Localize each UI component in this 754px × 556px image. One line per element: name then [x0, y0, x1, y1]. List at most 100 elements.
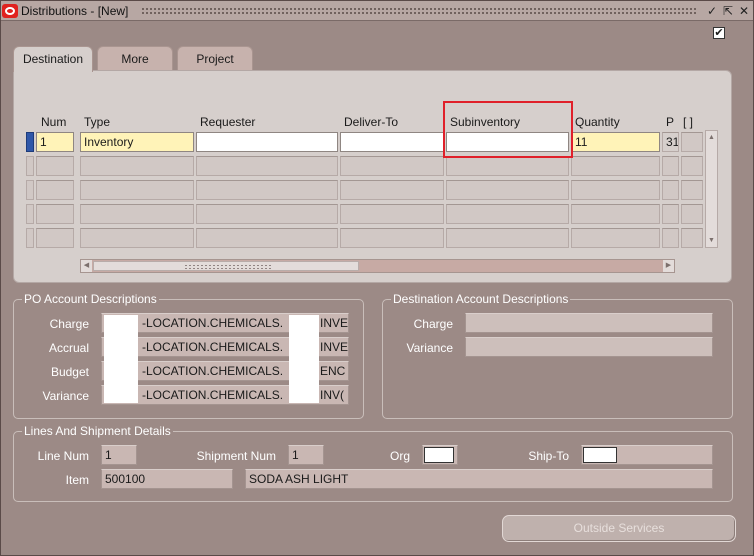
requester-cell[interactable]	[196, 204, 338, 224]
dest-variance-account-field[interactable]	[465, 337, 713, 357]
dest-charge-label: Charge	[413, 317, 453, 331]
column-header-type: Type	[84, 115, 111, 129]
quantity-cell[interactable]	[571, 228, 660, 248]
quantity-cell[interactable]	[571, 204, 660, 224]
tab-project[interactable]: Project	[177, 46, 253, 70]
type-cell[interactable]	[80, 180, 194, 200]
po-variance-account-suffix: INV(	[320, 388, 344, 402]
flex-cell[interactable]	[681, 156, 703, 176]
line-num-field[interactable]: 1	[101, 445, 137, 465]
num-cell[interactable]	[36, 156, 74, 176]
column-header-p: P	[666, 115, 675, 129]
po-account-descriptions-title: PO Account Descriptions	[22, 292, 159, 306]
quantity-cell[interactable]: 11	[571, 132, 660, 152]
oracle-app-icon	[2, 4, 18, 18]
title-bar-grip[interactable]	[141, 7, 697, 16]
po-accrual-account-text: -LOCATION.CHEMICALS.	[142, 340, 284, 354]
lines-and-shipment-details-title: Lines And Shipment Details	[22, 424, 173, 438]
subinventory-cell[interactable]	[446, 228, 569, 248]
vertical-scrollbar[interactable]: ▲ ▼	[705, 130, 718, 248]
p-cell[interactable]	[662, 204, 679, 224]
type-cell[interactable]	[80, 156, 194, 176]
subinventory-cell[interactable]	[446, 180, 569, 200]
requester-cell[interactable]	[196, 180, 338, 200]
deliver-to-cell[interactable]	[340, 180, 444, 200]
tab-destination[interactable]: Destination	[13, 46, 93, 72]
variance-label: Variance	[42, 389, 89, 403]
p-cell[interactable]	[662, 156, 679, 176]
scroll-down-icon[interactable]: ▼	[706, 235, 717, 246]
po-charge-account-text: -LOCATION.CHEMICALS.	[142, 316, 284, 330]
subinventory-cell[interactable]	[446, 156, 569, 176]
requester-cell[interactable]	[196, 156, 338, 176]
column-header-num: Num	[41, 115, 67, 129]
flex-cell[interactable]	[681, 228, 703, 248]
subinventory-highlight-box	[443, 101, 573, 158]
item-description-field[interactable]: SODA ASH LIGHT	[245, 469, 713, 489]
flex-cell[interactable]	[681, 180, 703, 200]
scroll-right-icon[interactable]: ▶	[663, 260, 674, 272]
deliver-to-cell[interactable]	[340, 132, 444, 152]
record-indicator[interactable]	[26, 228, 34, 248]
type-cell[interactable]	[80, 204, 194, 224]
deliver-to-cell[interactable]	[340, 204, 444, 224]
column-header-requester: Requester	[200, 115, 256, 129]
record-indicator[interactable]	[26, 204, 34, 224]
column-header-descriptive-flex: [ ]	[683, 115, 694, 129]
budget-label: Budget	[50, 365, 89, 379]
subinventory-cell[interactable]	[446, 204, 569, 224]
org-field[interactable]	[422, 445, 458, 465]
flex-cell[interactable]	[681, 132, 703, 152]
close-icon[interactable]: ✕	[737, 4, 751, 18]
lines-and-shipment-details-group: Lines And Shipment Details	[13, 424, 733, 502]
redacted-segment	[104, 315, 138, 403]
column-header-quantity: Quantity	[575, 115, 620, 129]
num-cell[interactable]	[36, 228, 74, 248]
scroll-left-icon[interactable]: ◀	[81, 260, 92, 272]
record-indicator[interactable]	[26, 180, 34, 200]
tab-more[interactable]: More	[97, 46, 173, 70]
horizontal-scroll-thumb[interactable]	[93, 261, 359, 271]
org-value-box	[424, 447, 454, 463]
distributions-window: Distributions - [New] ✓ ⇱ ✕ ✔ Destinatio…	[0, 0, 754, 556]
line-num-label: Line Num	[37, 449, 89, 463]
outside-services-button[interactable]: Outside Services	[502, 515, 736, 542]
ship-to-field[interactable]	[581, 445, 713, 465]
requester-cell[interactable]	[196, 228, 338, 248]
p-cell[interactable]	[662, 180, 679, 200]
num-cell[interactable]: 1	[36, 132, 74, 152]
accrual-label: Accrual	[48, 341, 89, 355]
deliver-to-cell[interactable]	[340, 228, 444, 248]
charge-label: Charge	[49, 317, 89, 331]
num-cell[interactable]	[36, 204, 74, 224]
title-bar[interactable]: Distributions - [New] ✓ ⇱ ✕	[1, 1, 753, 21]
destination-account-descriptions-title: Destination Account Descriptions	[391, 292, 571, 306]
dest-charge-account-field[interactable]	[465, 313, 713, 333]
shipment-num-field[interactable]: 1	[288, 445, 324, 465]
type-cell[interactable]	[80, 228, 194, 248]
folder-checkbox[interactable]: ✔	[713, 27, 725, 39]
po-charge-account-suffix: INVE	[320, 316, 349, 330]
horizontal-scrollbar[interactable]: ◀ ▶	[80, 259, 675, 273]
po-budget-account-text: -LOCATION.CHEMICALS.	[142, 364, 284, 378]
item-field[interactable]: 500100	[101, 469, 233, 489]
quantity-cell[interactable]	[571, 156, 660, 176]
dest-variance-label: Variance	[406, 341, 453, 355]
p-cell[interactable]: 31	[662, 132, 679, 152]
scroll-up-icon[interactable]: ▲	[706, 132, 717, 143]
type-cell[interactable]: Inventory	[80, 132, 194, 152]
flex-cell[interactable]	[681, 204, 703, 224]
minimize-icon[interactable]: ✓	[705, 4, 719, 18]
quantity-cell[interactable]	[571, 180, 660, 200]
num-cell[interactable]	[36, 180, 74, 200]
p-cell[interactable]	[662, 228, 679, 248]
po-accrual-account-suffix: INVE	[320, 340, 349, 354]
po-budget-account-suffix: ENC	[320, 364, 346, 378]
deliver-to-cell[interactable]	[340, 156, 444, 176]
maximize-icon[interactable]: ⇱	[721, 4, 735, 18]
window-title: Distributions - [New]	[21, 4, 129, 18]
column-header-deliver-to: Deliver-To	[344, 115, 399, 129]
record-indicator[interactable]	[26, 156, 34, 176]
record-indicator-current[interactable]	[26, 132, 34, 152]
requester-cell[interactable]	[196, 132, 338, 152]
